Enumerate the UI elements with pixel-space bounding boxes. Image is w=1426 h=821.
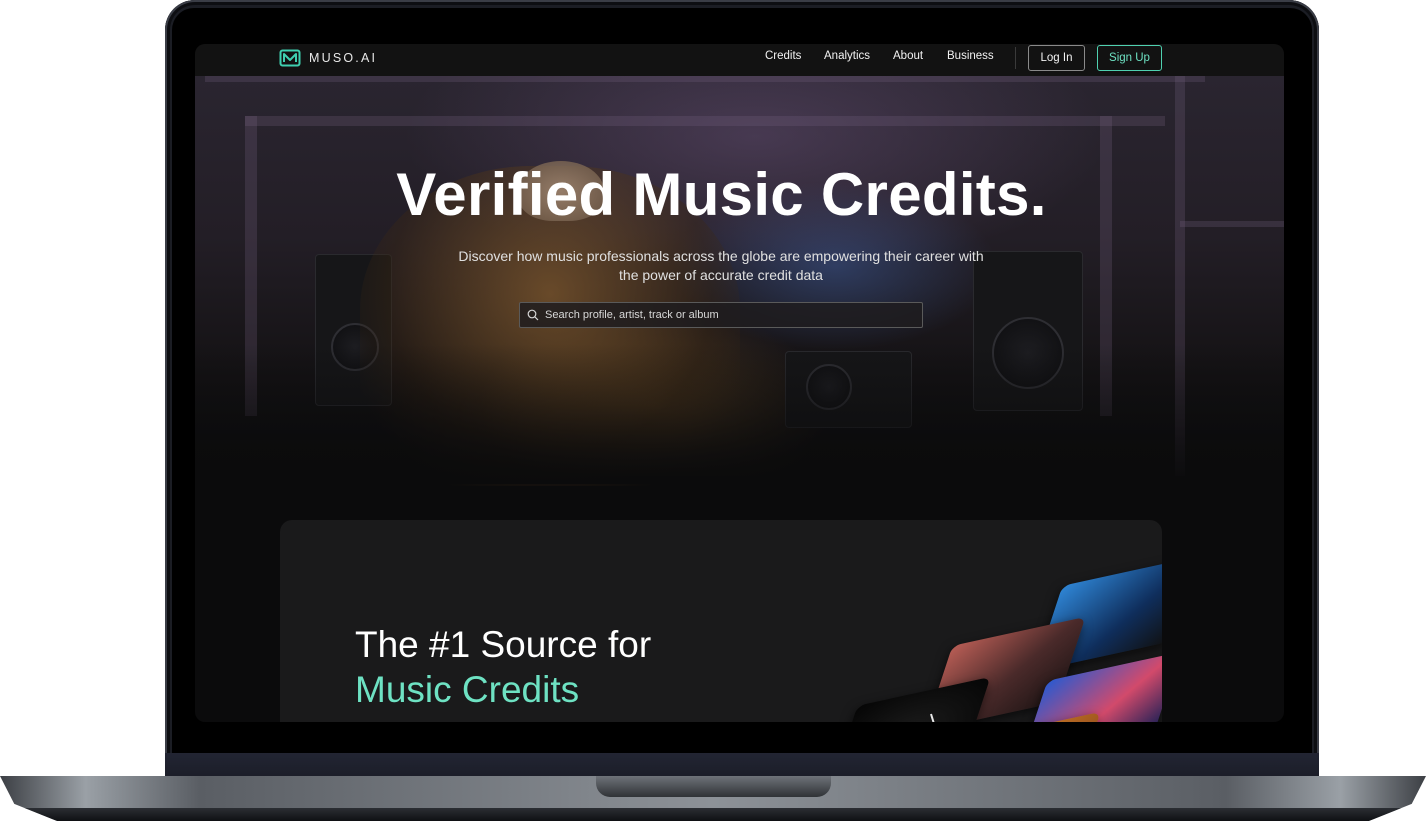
- brand-name: MUSO.AI: [309, 51, 378, 65]
- hero-subtitle: Discover how music professionals across …: [458, 248, 984, 283]
- feature-heading-line2: Music Credits: [355, 669, 580, 710]
- search-icon: [527, 309, 539, 321]
- nav-divider: [1015, 47, 1016, 69]
- search-bar[interactable]: [519, 302, 923, 328]
- browser-viewport: MUSO.AI Credits Analytics About Business…: [195, 44, 1284, 722]
- nav-link-credits[interactable]: Credits: [765, 50, 801, 62]
- brand-logo[interactable]: MUSO.AI: [279, 49, 377, 67]
- nav-link-analytics[interactable]: Analytics: [824, 50, 870, 62]
- hero-title: Verified Music Credits.: [396, 161, 1047, 228]
- laptop-notch: [596, 776, 831, 797]
- album-art-collage: [800, 540, 1162, 722]
- top-nav: MUSO.AI Credits Analytics About Business…: [195, 44, 1284, 76]
- studio-beam: [205, 76, 1205, 82]
- airplane-icon: [930, 713, 935, 722]
- feature-heading: The #1 Source for Music Credits: [355, 622, 651, 712]
- feature-heading-line1: The #1 Source for: [355, 624, 652, 665]
- search-input[interactable]: [545, 309, 922, 321]
- feature-card: The #1 Source for Music Credits: [280, 520, 1162, 722]
- nav-link-about[interactable]: About: [893, 50, 923, 62]
- hero-fade: [195, 344, 1284, 484]
- signup-button[interactable]: Sign Up: [1097, 45, 1162, 71]
- login-button[interactable]: Log In: [1028, 45, 1085, 71]
- studio-beam: [245, 116, 1165, 126]
- muso-logo-icon: [279, 49, 301, 67]
- nav-link-business[interactable]: Business: [947, 50, 994, 62]
